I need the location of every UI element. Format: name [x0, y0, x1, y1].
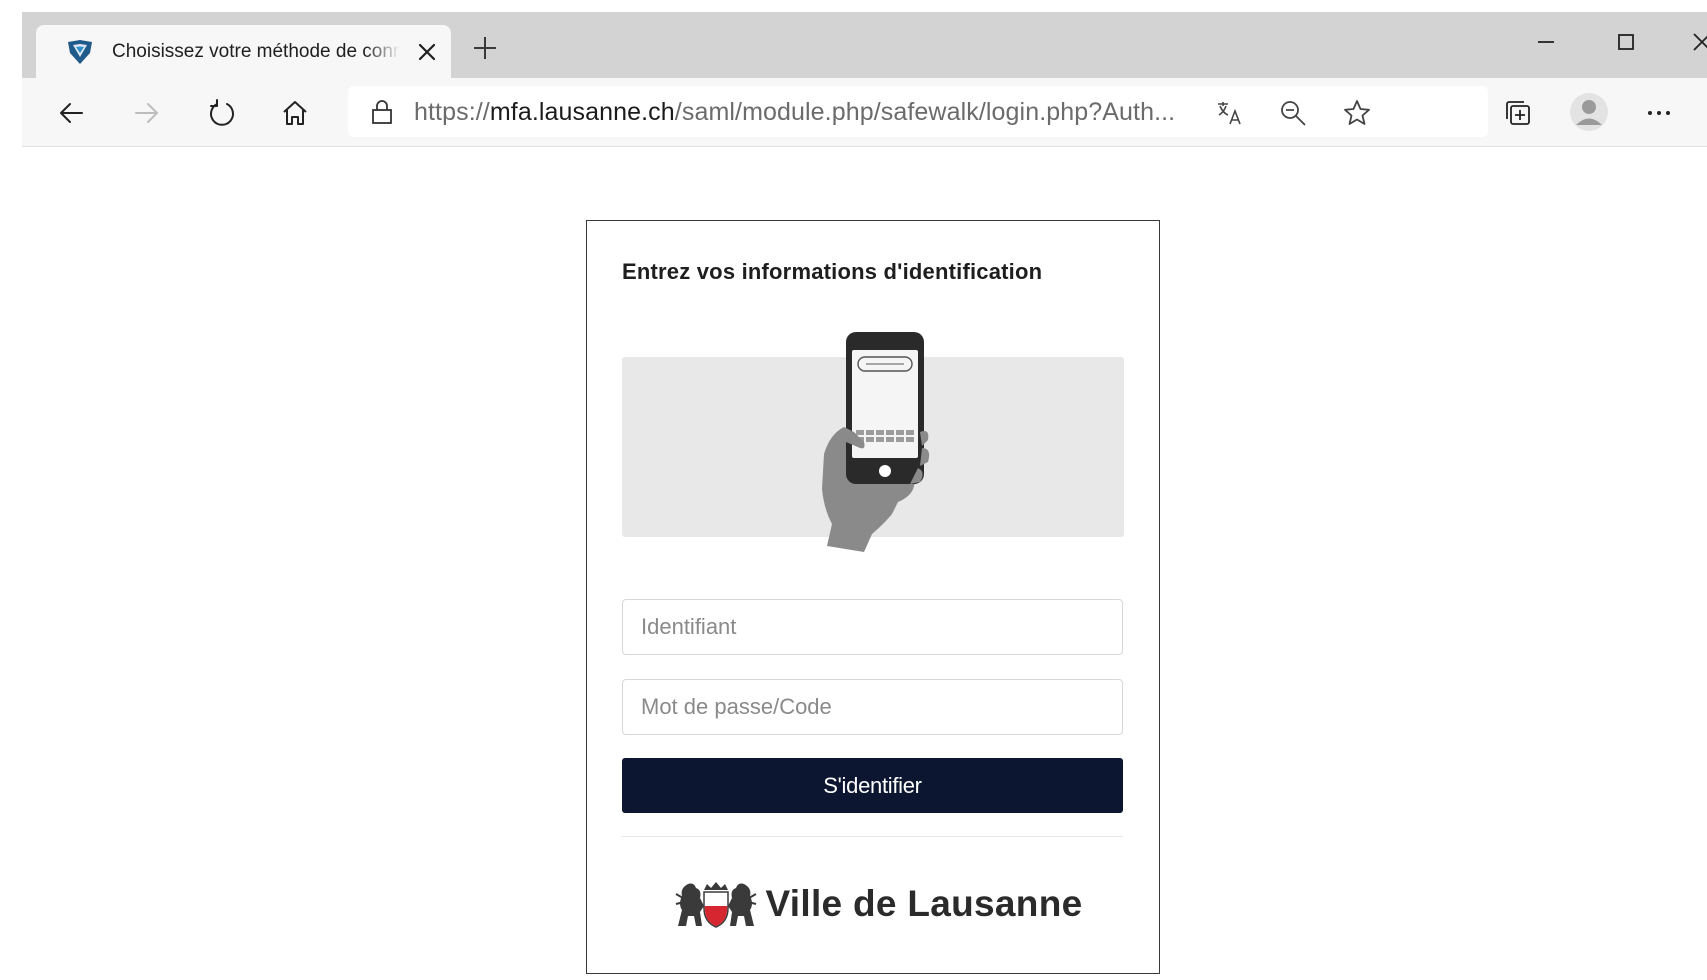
profile-avatar-icon [1570, 93, 1608, 131]
zoom-button[interactable] [1278, 98, 1308, 128]
url-text[interactable]: https://mfa.lausanne.ch/saml/module.php/… [414, 98, 1214, 126]
favorite-star-icon [1344, 100, 1370, 125]
divider [622, 836, 1123, 837]
profile-button[interactable] [1569, 92, 1609, 132]
minimize-icon [1538, 41, 1554, 43]
password-input[interactable] [622, 679, 1123, 735]
lock-icon[interactable] [370, 99, 394, 125]
reload-icon [210, 99, 234, 126]
back-arrow-icon [60, 103, 83, 123]
tab-strip: Choisissez votre méthode de connexion [22, 12, 1707, 78]
address-bar[interactable]: https://mfa.lausanne.ch/saml/module.php/… [348, 86, 1488, 137]
browser-toolbar: https://mfa.lausanne.ch/saml/module.php/… [22, 78, 1707, 147]
minimize-button[interactable] [1518, 20, 1574, 64]
zoom-icon [1281, 101, 1306, 126]
more-options-button[interactable] [1644, 98, 1674, 128]
new-tab-icon[interactable] [472, 35, 498, 61]
url-host: mfa.lausanne.ch [489, 98, 675, 126]
lausanne-crest-logo [675, 882, 756, 928]
login-button[interactable]: S'identifier [622, 758, 1123, 813]
username-input[interactable] [622, 599, 1123, 655]
home-icon [283, 101, 307, 125]
brand-name: Ville de Lausanne [765, 883, 1083, 924]
tab-active[interactable]: Choisissez votre méthode de connexion [36, 25, 451, 78]
browser-window: Choisissez votre méthode de connexion [22, 12, 1707, 147]
favorite-button[interactable] [1342, 98, 1372, 128]
login-illustration [622, 324, 1124, 554]
login-title: Entrez vos informations d'identification [622, 259, 1043, 284]
forward-arrow-icon [135, 103, 158, 123]
close-tab-icon[interactable] [416, 41, 438, 63]
reload-button[interactable] [207, 98, 237, 128]
tab-title: Choisissez votre méthode de connexion [112, 41, 400, 62]
login-card: Entrez vos informations d'identification… [586, 220, 1160, 974]
collections-icon [1506, 101, 1530, 125]
shield-logo-icon [68, 40, 92, 64]
home-button[interactable] [280, 98, 310, 128]
phone-in-hand-icon [822, 332, 930, 552]
url-path: /saml/module.php/safewalk/login.php?Auth… [674, 98, 1176, 126]
maximize-icon [1618, 34, 1634, 50]
back-button[interactable] [56, 98, 86, 128]
more-options-icon [1648, 111, 1670, 115]
translate-button[interactable] [1214, 98, 1244, 128]
translate-icon [1218, 102, 1241, 125]
brand-footer: Ville de Lausanne [587, 876, 1161, 932]
forward-button[interactable] [132, 98, 162, 128]
collections-button[interactable] [1503, 98, 1533, 128]
maximize-button[interactable] [1598, 20, 1654, 64]
close-window-button[interactable] [1674, 20, 1707, 64]
url-scheme: https:// [414, 98, 490, 126]
close-window-icon [1693, 33, 1707, 51]
